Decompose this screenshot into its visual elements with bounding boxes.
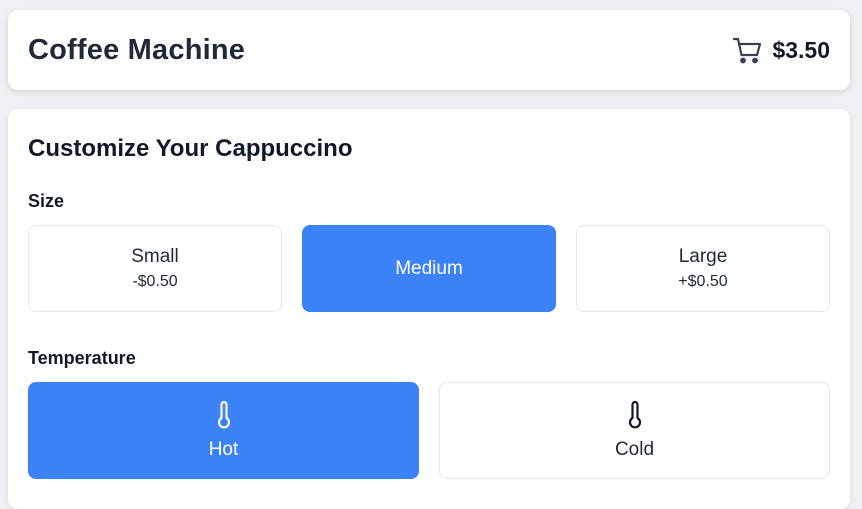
- cart-icon: [733, 37, 762, 64]
- size-option-small[interactable]: Small -$0.50: [28, 225, 282, 312]
- app-title: Coffee Machine: [28, 33, 246, 66]
- size-option-medium[interactable]: Medium: [302, 225, 556, 312]
- temperature-option-name: Cold: [614, 438, 655, 460]
- size-option-name: Large: [678, 245, 728, 267]
- temperature-option-name: Hot: [208, 438, 239, 460]
- size-option-price: -$0.50: [132, 272, 178, 290]
- cart-button[interactable]: $3.50: [732, 35, 830, 65]
- cart-total: $3.50: [772, 36, 830, 63]
- thermometer-icon: [628, 400, 641, 428]
- size-option-large[interactable]: Large +$0.50: [576, 225, 830, 312]
- customize-card: Customize Your Cappuccino Size Small -$0…: [8, 109, 850, 509]
- app-header: Coffee Machine $3.50: [8, 10, 850, 90]
- temperature-option-hot[interactable]: Hot: [28, 382, 419, 479]
- size-option-name: Small: [131, 245, 179, 267]
- size-section-label: Size: [28, 191, 65, 211]
- customize-title: Customize Your Cappuccino: [28, 135, 353, 162]
- size-option-name: Medium: [395, 257, 463, 279]
- thermometer-icon: [217, 400, 230, 428]
- size-option-price: +$0.50: [678, 272, 728, 290]
- temperature-section-label: Temperature: [28, 348, 136, 368]
- temperature-option-cold[interactable]: Cold: [439, 382, 830, 479]
